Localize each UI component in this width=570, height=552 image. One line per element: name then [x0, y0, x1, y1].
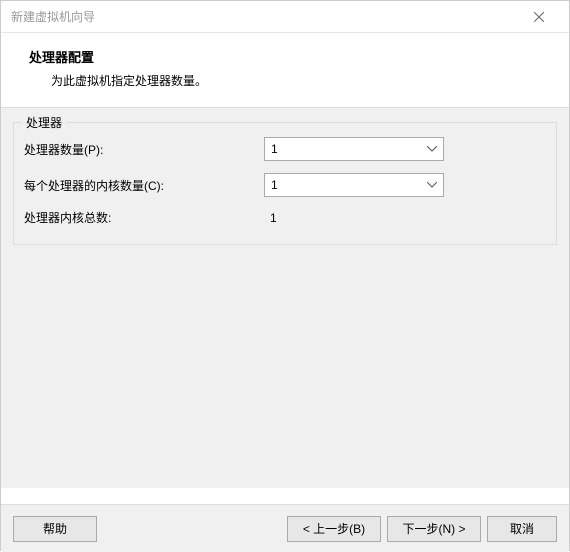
chevron-down-icon	[427, 146, 437, 152]
processor-group: 处理器 处理器数量(P): 1 每个处理器的内核数量(C): 1	[13, 122, 557, 245]
help-button[interactable]: 帮助	[13, 516, 97, 542]
processors-label: 处理器数量(P):	[24, 141, 264, 158]
cores-value: 1	[271, 178, 278, 192]
next-button[interactable]: 下一步(N) >	[387, 516, 481, 542]
cancel-button[interactable]: 取消	[487, 516, 557, 542]
group-legend: 处理器	[22, 114, 66, 131]
total-value: 1	[264, 211, 277, 225]
titlebar: 新建虚拟机向导	[1, 1, 569, 33]
wizard-content: 处理器 处理器数量(P): 1 每个处理器的内核数量(C): 1	[1, 108, 569, 488]
window-title: 新建虚拟机向导	[11, 8, 519, 25]
wizard-footer: 帮助 < 上一步(B) 下一步(N) > 取消	[1, 504, 569, 552]
row-processors: 处理器数量(P): 1	[24, 137, 546, 161]
back-button[interactable]: < 上一步(B)	[287, 516, 381, 542]
total-label: 处理器内核总数:	[24, 209, 264, 226]
processors-select[interactable]: 1	[264, 137, 444, 161]
row-cores: 每个处理器的内核数量(C): 1	[24, 173, 546, 197]
close-icon	[534, 12, 544, 22]
close-button[interactable]	[519, 1, 559, 33]
page-subtitle: 为此虚拟机指定处理器数量。	[29, 72, 541, 89]
cores-select[interactable]: 1	[264, 173, 444, 197]
processors-value: 1	[271, 142, 278, 156]
wizard-header: 处理器配置 为此虚拟机指定处理器数量。	[1, 33, 569, 108]
row-total: 处理器内核总数: 1	[24, 209, 546, 226]
chevron-down-icon	[427, 182, 437, 188]
cores-label: 每个处理器的内核数量(C):	[24, 177, 264, 194]
page-title: 处理器配置	[29, 47, 541, 66]
